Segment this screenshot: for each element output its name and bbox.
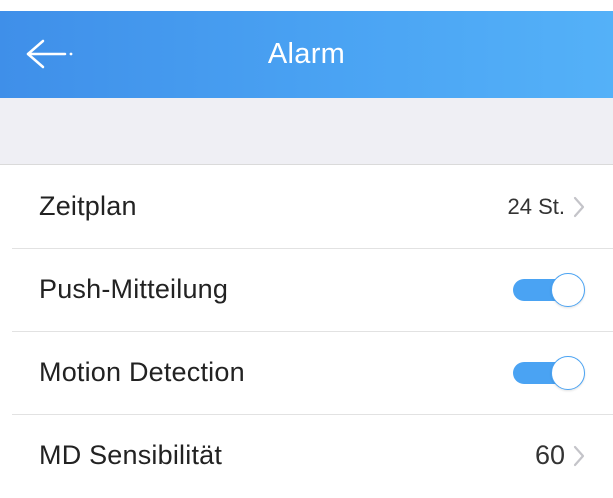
schedule-row[interactable]: Zeitplan 24 St. (0, 165, 613, 248)
page-title: Alarm (267, 38, 346, 70)
schedule-value: 24 St. (507, 193, 565, 219)
md-sensitivity-value-group: 60 (535, 440, 585, 471)
push-notification-label: Push-Mitteilung (39, 274, 229, 304)
section-spacer (0, 98, 613, 165)
md-sensitivity-value: 60 (534, 440, 565, 470)
schedule-label: Zeitplan (39, 191, 137, 221)
top-margin (0, 0, 613, 11)
push-notification-toggle[interactable] (513, 272, 585, 307)
md-sensitivity-label: MD Sensibilität (39, 440, 223, 470)
push-notification-row: Push-Mitteilung (0, 248, 613, 331)
motion-detection-label: Motion Detection (39, 357, 245, 387)
schedule-value-group: 24 St. (508, 194, 585, 220)
chevron-right-icon (573, 445, 585, 467)
settings-list: Zeitplan 24 St. Push-Mitteilung Motion D… (0, 165, 613, 497)
alarm-settings-screen: Alarm Zeitplan 24 St. Push-Mitteilung Mo… (0, 0, 613, 498)
toggle-knob (551, 355, 585, 390)
motion-detection-toggle[interactable] (513, 355, 585, 390)
header-bar: Alarm (0, 11, 613, 98)
chevron-right-icon (573, 196, 585, 218)
toggle-knob (551, 272, 585, 307)
md-sensitivity-row[interactable]: MD Sensibilität 60 (0, 414, 613, 497)
motion-detection-row: Motion Detection (0, 331, 613, 414)
